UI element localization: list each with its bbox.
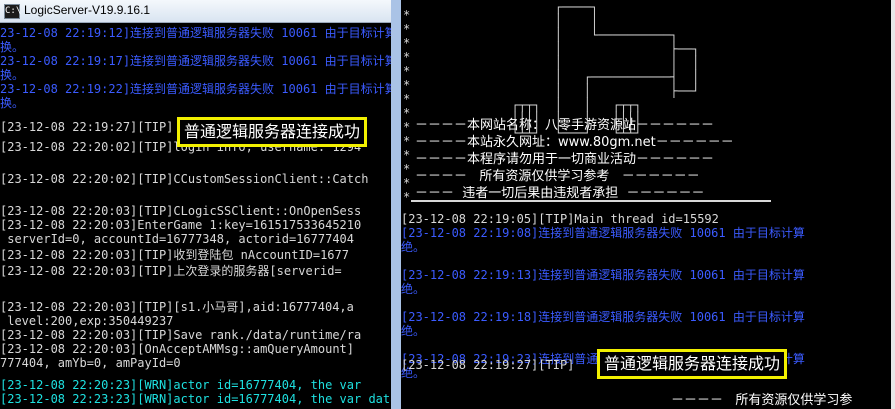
console-line: [23-12-08 22:19:13]连接到普通逻辑服务器失败 10061 由于…	[401, 268, 805, 282]
console-line: [23-12-08 22:20:23][WRN]actor id=1677740…	[0, 378, 362, 392]
console-line: [23-12-08 22:23:23][WRN]actor id=1677740…	[0, 392, 398, 406]
window-titlebar[interactable]: C:\ LogicServer-V19.9.16.1	[0, 0, 400, 23]
console-line: 23-12-08 22:19:17]连接到普通逻辑服务器失败 10061 由于目…	[0, 54, 400, 68]
banner-star: *	[403, 64, 411, 78]
banner-star: *	[403, 176, 411, 190]
banner-info-line: －－－－本站永久网址：www.80gm.net－－－－－－	[415, 135, 734, 150]
console-line: [23-12-08 22:20:03][TIP]CLogicSSClient::…	[0, 204, 362, 218]
console-line: [23-12-08 22:19:27][TIP]	[401, 358, 575, 372]
console-line: [23-12-08 22:20:03][TIP]Save rank./data/…	[0, 328, 362, 342]
console-line: [23-12-08 22:20:03]EnterGame 1:key=16151…	[0, 218, 362, 232]
console-line: 换。	[0, 68, 25, 82]
banner-star: *	[403, 148, 411, 162]
console-line: [23-12-08 22:19:08]连接到普通逻辑服务器失败 10061 由于…	[401, 226, 805, 240]
console-line: [23-12-08 22:20:03][TIP]上次登录的服务器[serveri…	[0, 264, 342, 278]
banner-info-line: －－－－本程序请勿用于一切商业活动－－－－－－	[415, 152, 715, 167]
console-line: serverId=0, accountId=16777348, actorid=…	[0, 232, 355, 246]
banner-star: *	[403, 106, 411, 120]
console-line: 777404, amYb=0, amPayId=0	[0, 356, 181, 370]
connection-success-highlight: 普通逻辑服务器连接成功	[177, 117, 368, 147]
console-line: level:200,exp:350449237	[0, 314, 174, 328]
banner-info-line-partial: －－－－ 所有资源仅供学习参	[671, 393, 853, 408]
banner-info-line: －－－－本网站名称：八零手游资源站－－－－－－	[415, 118, 715, 133]
banner-info-line: －－－－ 所有资源仅供学习参考 －－－－－－	[415, 169, 700, 184]
window-title: LogicServer-V19.9.16.1	[24, 3, 151, 17]
banner-star: *	[403, 190, 411, 204]
banner-star: *	[403, 92, 411, 106]
console-line: [23-12-08 22:20:03][OnAcceptAMMsg::amQue…	[0, 342, 355, 356]
console-line: [23-12-08 22:19:18]连接到普通逻辑服务器失败 10061 由于…	[401, 310, 805, 324]
console-output: 23-12-08 22:19:12]连接到普通逻辑服务器失败 10061 由于目…	[0, 22, 400, 409]
banner-star: *	[403, 36, 411, 50]
console-line: [23-12-08 22:19:05][TIP]Main thread id=1…	[401, 212, 719, 226]
banner-star: *	[403, 78, 411, 92]
banner-star: *	[403, 120, 411, 134]
console-line: [23-12-08 22:20:02][TIP]CCustomSessionCl…	[0, 172, 369, 186]
console-line: 绝。	[401, 240, 426, 254]
logicserver-console-window[interactable]: C:\ LogicServer-V19.9.16.1 23-12-08 22:1…	[0, 0, 400, 409]
console-line: 23-12-08 22:19:22]连接到普通逻辑服务器失败 10061 由于目…	[0, 82, 400, 96]
console-line: 23-12-08 22:19:12]连接到普通逻辑服务器失败 10061 由于目…	[0, 26, 400, 40]
console-line: [23-12-08 22:19:27][TIP]	[0, 120, 174, 134]
banner-star: *	[403, 50, 411, 64]
banner-info-line: －－－ 违者一切后果由违规者承担 －－－－－－	[415, 186, 705, 201]
banner-star: *	[403, 22, 411, 36]
console-output-2: ┌────┐ │ │ │ └──────────┐ │ ├──┐ │ │ │ │…	[401, 0, 895, 409]
console-line: 绝。	[401, 324, 426, 338]
console-line: 换。	[0, 40, 25, 54]
console-line: 绝。	[401, 282, 426, 296]
connection-success-highlight-2: 普通逻辑服务器连接成功	[597, 349, 788, 379]
vertical-scrollbar[interactable]	[891, 0, 895, 409]
console-line: [23-12-08 22:20:03][TIP]收到登陆包 nAccountID…	[0, 248, 349, 262]
banner-star: *	[403, 162, 411, 176]
console-line: 换。	[0, 96, 25, 110]
console-line: [23-12-08 22:20:03][TIP][s1.小马哥],aid:167…	[0, 300, 354, 314]
second-console-window[interactable]: ┌────┐ │ │ │ └──────────┐ │ ├──┐ │ │ │ │…	[391, 0, 895, 409]
banner-star: *	[403, 134, 411, 148]
banner-star: *	[403, 8, 411, 22]
console-icon: C:\	[4, 4, 21, 19]
